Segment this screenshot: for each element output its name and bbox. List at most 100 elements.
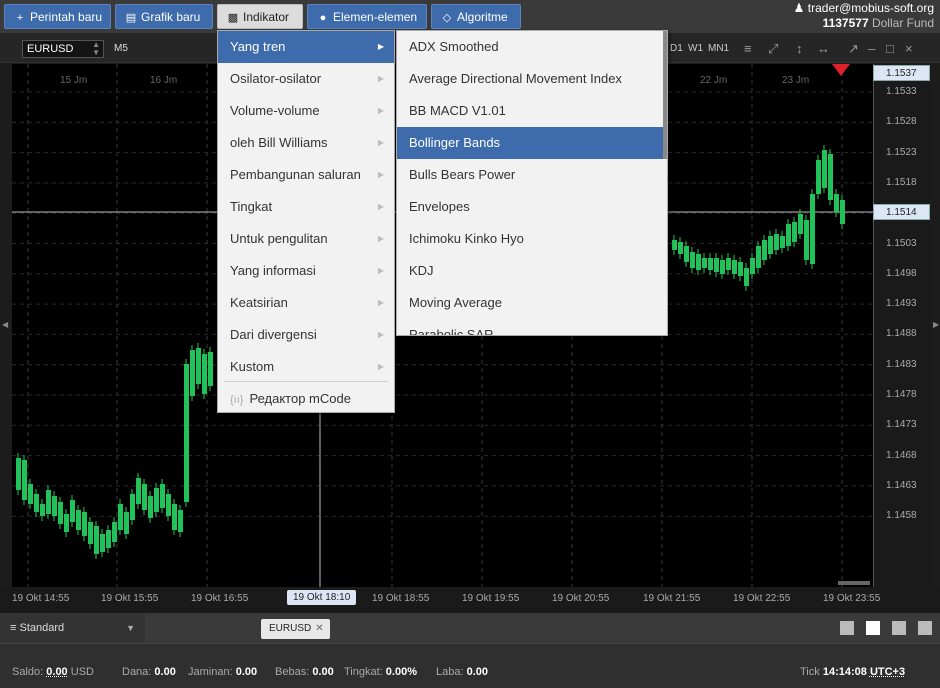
candle-body — [780, 236, 785, 248]
menu-item-indicator[interactable]: Parabolic SAR — [397, 319, 667, 335]
menu-item-indicator[interactable]: Moving Average — [397, 287, 667, 319]
right-arrow-icon[interactable]: ▶ — [933, 320, 939, 329]
price-tick-label: 1.1478 — [886, 389, 917, 400]
menu-item-indicator[interactable]: Bulls Bears Power — [397, 159, 667, 191]
new-order-button[interactable]: + Perintah baru — [4, 4, 111, 29]
candle-body — [178, 510, 183, 532]
candle-body — [696, 254, 701, 270]
menu-item-indicator[interactable]: Average Directional Movement Index — [397, 63, 667, 95]
timeframe-label[interactable]: M5 — [114, 43, 128, 54]
new-chart-button[interactable]: ▤ Grafik baru — [115, 4, 213, 29]
vertical-scale-icon[interactable]: ↕ — [796, 41, 803, 56]
price-tick-label: 1.1473 — [886, 419, 917, 431]
algorithm-button[interactable]: ◇ Algoritme — [431, 4, 521, 29]
account-info[interactable]: ♟ trader@mobius-soft.org 1137577 Dollar … — [794, 1, 934, 31]
candle-body — [46, 490, 51, 514]
account-user: trader@mobius-soft.org — [807, 1, 934, 15]
shapes-icon: ● — [319, 12, 327, 24]
candle-body — [58, 502, 63, 524]
layout-grid-icon[interactable] — [866, 621, 880, 635]
menu-item-category[interactable]: Osilator-osilator ▶ — [218, 63, 394, 95]
account-fund: Dollar Fund — [871, 16, 934, 30]
candle-body — [720, 260, 725, 274]
menu-item-category[interactable]: Pembangunan saluran ▶ — [218, 159, 394, 191]
candle-body — [822, 150, 827, 188]
chevron-right-icon: ▶ — [377, 330, 384, 339]
indicators-button[interactable]: ▩ Indikator — [217, 4, 303, 29]
menu-item-category[interactable]: oleh Bill Williams ▶ — [218, 127, 394, 159]
timeframe-mn1[interactable]: MN1 — [708, 43, 729, 54]
candle-body — [840, 200, 845, 224]
candle-body — [112, 522, 117, 542]
price-axis[interactable]: 1.15331.15281.15231.15181.15081.15031.14… — [873, 64, 930, 587]
candle-body — [756, 246, 761, 268]
expand-icon[interactable]: ⤢ — [768, 41, 778, 57]
elements-button[interactable]: ● Elemen-elemen — [307, 4, 427, 29]
diamond-icon: ◇ — [442, 12, 452, 24]
candle-body — [16, 458, 21, 490]
status-bar: Saldo: 0.00 USD Dana: 0.00 Jaminan: 0.00… — [0, 643, 940, 688]
timeframe-d1[interactable]: D1 — [670, 43, 683, 54]
price-tick-label: 1.1458 — [886, 510, 917, 522]
price-tick-label: 1.1468 — [886, 449, 917, 461]
candle-body — [118, 504, 123, 530]
chart-type-icon[interactable]: ≡ — [744, 41, 752, 56]
candle-body — [798, 214, 803, 234]
close-tab-icon[interactable]: ✕ — [315, 623, 323, 634]
candle-body — [70, 500, 75, 522]
menu-item-category[interactable]: Untuk pengulitan ▶ — [218, 223, 394, 255]
menu-icon: ≡ — [10, 622, 17, 634]
menu-item-indicator[interactable]: BB MACD V1.01 — [397, 95, 667, 127]
menu-item-indicator[interactable]: KDJ — [397, 255, 667, 287]
candle-body — [786, 224, 791, 246]
candle-body — [88, 522, 93, 544]
menu-item-indicator[interactable]: Bollinger Bands — [397, 127, 665, 159]
layout-single-icon[interactable] — [840, 621, 854, 635]
candle-body — [76, 510, 81, 530]
close-icon[interactable]: × — [905, 41, 913, 56]
time-tick-label: 19 Okt 20:55 — [552, 593, 610, 604]
price-tick-label: 1.1518 — [886, 176, 917, 188]
menu-item-indicator[interactable]: Ichimoku Kinko Hyo — [397, 223, 667, 255]
time-tick-label: 19 Okt 15:55 — [101, 593, 159, 604]
mcode-editor-item[interactable]: {ıı} Редактор mCode — [218, 383, 394, 415]
maximize-icon[interactable]: □ — [886, 41, 894, 56]
submenu-scrollbar[interactable] — [663, 31, 667, 159]
menu-item-category[interactable]: Tingkat ▶ — [218, 191, 394, 223]
tab-eurusd[interactable]: EURUSD ✕ — [261, 619, 330, 639]
candle-body — [82, 512, 87, 536]
price-tick-label: 1.1523 — [886, 146, 917, 158]
candle-body — [816, 160, 821, 194]
candle-body — [124, 512, 129, 534]
menu-item-indicator[interactable]: Envelopes — [397, 191, 667, 223]
layout-rows-icon[interactable] — [918, 621, 932, 635]
timezone-selector[interactable]: UTC+3 — [870, 666, 905, 678]
menu-item-category[interactable]: Kustom ▶ — [218, 351, 394, 383]
menu-item-category[interactable]: Keatsirian ▶ — [218, 287, 394, 319]
candle-body — [202, 354, 207, 394]
chart-icon: ▤ — [125, 12, 137, 24]
candle-body — [130, 494, 135, 520]
time-axis[interactable]: 19 Okt 14:55 19 Okt 15:55 19 Okt 16:55 19 O… — [0, 587, 940, 613]
time-tick-label: 19 Okt 23:55 — [823, 593, 881, 604]
symbol-selector[interactable]: EURUSD ▲ ▼ — [22, 40, 104, 58]
timeframe-w1[interactable]: W1 — [688, 43, 703, 54]
menu-item-indicator[interactable]: ADX Smoothed — [397, 31, 667, 63]
candle-body — [148, 496, 153, 518]
spinner-icon: ▲ ▼ — [92, 40, 100, 57]
candle-body — [28, 484, 33, 504]
menu-item-category[interactable]: Yang informasi ▶ — [218, 255, 394, 287]
date-label: 15 Jm — [60, 75, 87, 86]
horizontal-scale-icon[interactable]: ↔ — [817, 41, 830, 56]
time-tick-label: 19 Okt 19:55 — [462, 593, 520, 604]
left-arrow-icon[interactable]: ◀ — [2, 320, 8, 329]
popout-icon[interactable]: ↗ — [848, 41, 859, 57]
preset-selector[interactable]: ≡ Standard ▼ — [0, 613, 145, 643]
menu-item-category[interactable]: Yang tren ▶ — [218, 31, 394, 63]
date-label: 22 Jm — [700, 75, 727, 86]
menu-item-category[interactable]: Volume-volume ▶ — [218, 95, 394, 127]
layout-columns-icon[interactable] — [892, 621, 906, 635]
minimize-icon[interactable]: – — [868, 41, 875, 56]
code-icon: {ıı} — [230, 394, 244, 406]
menu-item-category[interactable]: Dari divergensi ▶ — [218, 319, 394, 351]
